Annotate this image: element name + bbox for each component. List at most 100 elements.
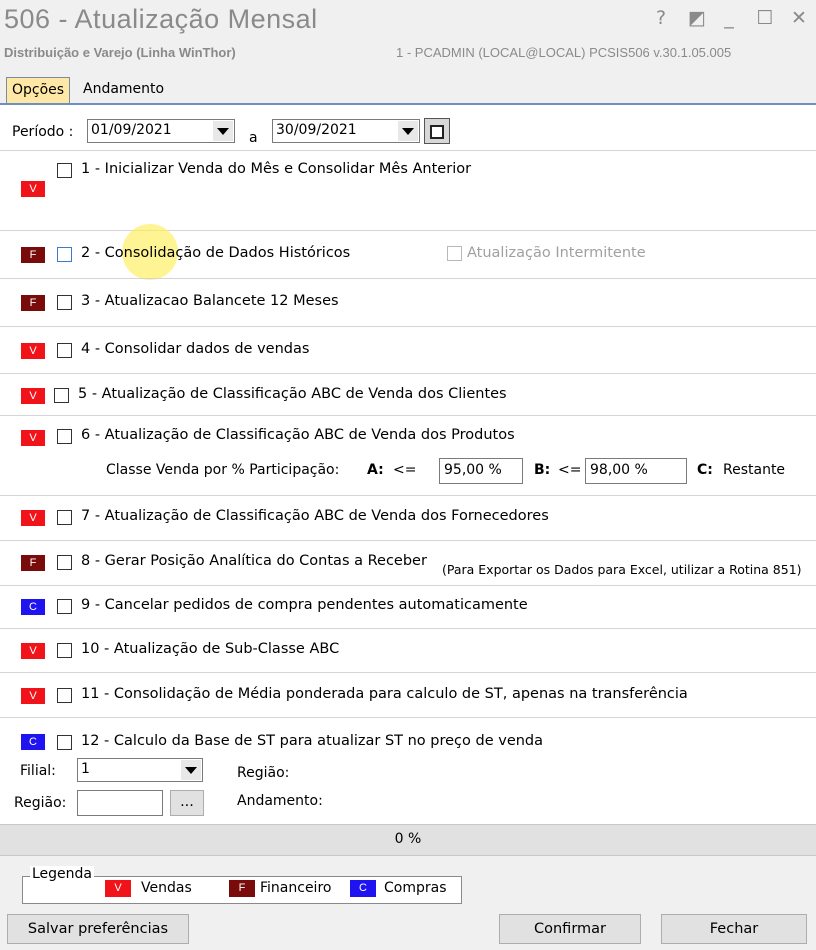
periodo-separator: a (249, 130, 258, 146)
item-5-label: 5 - Atualização de Classificação ABC de … (78, 386, 507, 402)
save-preferences-button[interactable]: Salvar preferências (7, 914, 189, 944)
legend-compras-label: Compras (384, 880, 447, 896)
item-2-label: 2 - Consolidação de Dados Históricos (81, 245, 351, 261)
checkbox-item-2[interactable] (57, 247, 72, 262)
item-7-label: 7 - Atualização de Classificação ABC de … (81, 508, 549, 524)
checkbox-atualizacao-intermitente[interactable] (447, 246, 462, 261)
maximize-icon[interactable]: ☐ (754, 6, 776, 30)
andamento-label: Andamento: (237, 793, 323, 809)
divider (0, 373, 816, 374)
item-9-label: 9 - Cancelar pedidos de compra pendentes… (81, 597, 528, 613)
checkbox-item-3[interactable] (57, 295, 72, 310)
divider (0, 717, 816, 718)
checkbox-item-1[interactable] (57, 163, 72, 178)
classe-b-value: 98,00 % (590, 462, 648, 478)
checkbox-item-5[interactable] (54, 388, 69, 403)
divider (0, 326, 816, 327)
calendar-icon[interactable] (424, 118, 450, 144)
minimize-icon[interactable]: _ (718, 6, 740, 30)
checkbox-item-4[interactable] (57, 343, 72, 358)
user-info: 1 - PCADMIN (LOCAL@LOCAL) PCSIS506 v.30.… (396, 45, 732, 60)
legend-vendas-label: Vendas (141, 880, 192, 896)
legend-badge-financeiro: F (229, 880, 255, 897)
checkbox-item-12[interactable] (57, 735, 72, 750)
legend-title: Legenda (30, 866, 95, 882)
item-11-label: 11 - Consolidação de Média ponderada par… (81, 686, 688, 702)
filial-select[interactable]: 1 (77, 758, 203, 782)
badge-vendas: V (21, 343, 45, 359)
end-date-value: 30/09/2021 (276, 122, 357, 138)
tab-opcoes[interactable]: Opções (6, 77, 71, 103)
divider (0, 628, 816, 629)
item-4-label: 4 - Consolidar dados de vendas (81, 341, 310, 357)
chevron-down-icon[interactable] (213, 121, 233, 141)
checkbox-item-10[interactable] (57, 643, 72, 658)
tab-andamento[interactable]: Andamento (78, 77, 169, 102)
chevron-down-icon[interactable] (398, 121, 418, 141)
item-10-label: 10 - Atualização de Sub-Classe ABC (81, 641, 340, 657)
divider (0, 230, 816, 231)
regiao-input[interactable] (77, 790, 163, 816)
progress-label: 0 % (394, 831, 422, 847)
legend-financeiro-label: Financeiro (260, 880, 332, 896)
classe-a-value: 95,00 % (444, 462, 502, 478)
badge-financeiro: F (21, 555, 45, 571)
checkbox-item-6[interactable] (57, 429, 72, 444)
title-bar: 506 - Atualização Mensal Distribuição e … (0, 0, 816, 72)
divider (0, 415, 816, 416)
classe-a-input[interactable]: 95,00 % (439, 458, 523, 484)
confirm-button[interactable]: Confirmar (499, 914, 641, 944)
close-button[interactable]: Fechar (661, 914, 807, 944)
help-icon[interactable]: ? (650, 6, 672, 30)
badge-vendas: V (21, 430, 45, 446)
divider (0, 495, 816, 496)
end-date-picker[interactable]: 30/09/2021 (272, 119, 420, 143)
classe-b-input[interactable]: 98,00 % (585, 458, 687, 484)
checkbox-item-7[interactable] (57, 510, 72, 525)
classe-label: Classe Venda por % Participação: (106, 462, 340, 478)
filial-label: Filial: (20, 763, 56, 779)
badge-vendas: V (21, 643, 45, 659)
badge-vendas: V (21, 510, 45, 526)
badge-compras: C (21, 734, 45, 750)
checkbox-item-11[interactable] (57, 688, 72, 703)
start-date-value: 01/09/2021 (91, 122, 172, 138)
badge-financeiro: F (21, 295, 45, 311)
window-subtitle: Distribuição e Varejo (Linha WinThor) (4, 45, 236, 60)
window-title: 506 - Atualização Mensal (4, 4, 318, 34)
item-8-note: (Para Exportar os Dados para Excel, util… (442, 562, 802, 577)
progress-bar: 0 % (0, 824, 816, 856)
tab-strip: Opções Andamento (0, 75, 816, 105)
item-3-label: 3 - Atualizacao Balancete 12 Meses (81, 293, 339, 309)
classe-b-op: <= (558, 462, 582, 478)
classe-a-op: <= (393, 462, 417, 478)
divider (0, 672, 816, 673)
divider (0, 278, 816, 279)
divider (0, 150, 816, 151)
item-1-label: 1 - Inicializar Venda do Mês e Consolida… (81, 161, 472, 177)
badge-vendas: V (21, 388, 45, 404)
classe-c-label: C: (697, 462, 713, 478)
restore-layout-icon[interactable]: ◩ (686, 6, 708, 30)
checkbox-item-8[interactable] (57, 555, 72, 570)
badge-vendas: V (21, 181, 45, 197)
item-6-label: 6 - Atualização de Classificação ABC de … (81, 427, 515, 443)
chevron-down-icon[interactable] (181, 760, 201, 780)
badge-compras: C (21, 599, 45, 615)
classe-b-label: B: (534, 462, 551, 478)
item-8-label: 8 - Gerar Posição Analítica do Contas a … (81, 553, 427, 569)
divider (0, 540, 816, 541)
atualizacao-intermitente-label: Atualização Intermitente (467, 245, 646, 261)
classe-a-label: A: (367, 462, 384, 478)
checkbox-item-9[interactable] (57, 599, 72, 614)
start-date-picker[interactable]: 01/09/2021 (87, 119, 235, 143)
legend-badge-vendas: V (105, 880, 131, 897)
classe-c-value: Restante (723, 462, 786, 478)
badge-financeiro: F (21, 247, 45, 263)
filial-value: 1 (81, 761, 90, 777)
legend-badge-compras: C (350, 880, 376, 897)
regiao-search-button[interactable]: ... (170, 790, 204, 816)
badge-vendas: V (21, 688, 45, 704)
close-icon[interactable]: ✕ (788, 6, 810, 30)
item-12-label: 12 - Calculo da Base de ST para atualiza… (81, 733, 544, 749)
